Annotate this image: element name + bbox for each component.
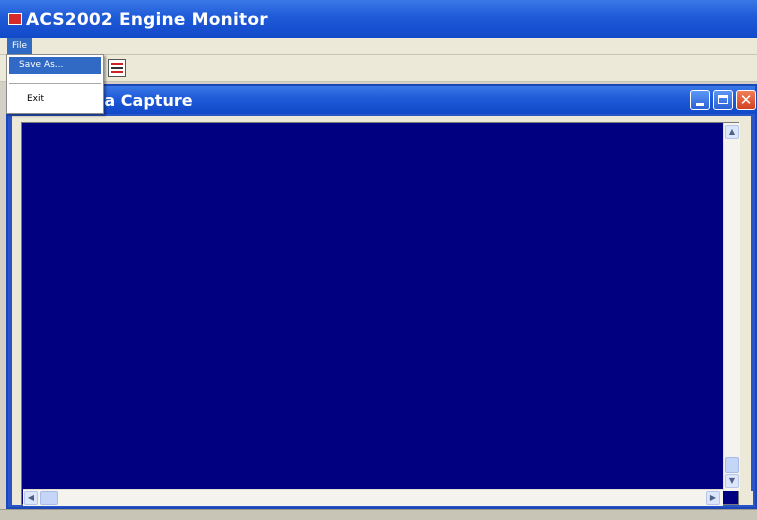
app-titlebar[interactable]: ACS2002 Engine Monitor xyxy=(0,0,757,38)
menu-separator xyxy=(9,83,101,84)
data-capture-icon[interactable] xyxy=(108,59,126,77)
data-capture-window: 2 Data Capture ✕ ▲ ▼ ◀ ▶ xyxy=(6,84,757,509)
minimize-button[interactable] xyxy=(690,90,710,110)
scroll-right-icon[interactable]: ▶ xyxy=(706,491,720,505)
menu-item-save-as[interactable]: Save As... xyxy=(9,57,101,74)
minimize-icon xyxy=(696,103,704,106)
menu-file[interactable]: File xyxy=(7,38,33,54)
close-button[interactable]: ✕ xyxy=(736,90,756,110)
toolbar xyxy=(0,55,757,82)
menu-item-exit[interactable]: Exit xyxy=(9,91,101,108)
size-grip[interactable] xyxy=(739,491,753,505)
vertical-scrollbar[interactable]: ▲ ▼ xyxy=(723,123,740,491)
app-title: ACS2002 Engine Monitor xyxy=(26,10,268,30)
file-menu-dropdown: Save As... Exit xyxy=(6,54,104,114)
menubar: File xyxy=(0,38,757,55)
child-client-area xyxy=(12,116,751,505)
horizontal-scrollbar[interactable]: ◀ ▶ xyxy=(23,489,723,506)
close-icon: ✕ xyxy=(739,91,753,109)
data-capture-panel[interactable] xyxy=(21,122,739,505)
app-icon[interactable] xyxy=(8,13,22,25)
horizontal-scroll-thumb[interactable] xyxy=(40,491,58,505)
scroll-left-icon[interactable]: ◀ xyxy=(24,491,38,505)
vertical-scroll-thumb[interactable] xyxy=(725,457,739,473)
scroll-down-icon[interactable]: ▼ xyxy=(725,474,739,488)
maximize-button[interactable] xyxy=(713,90,733,110)
maximize-icon xyxy=(718,95,728,104)
status-bar xyxy=(0,509,757,520)
scroll-up-icon[interactable]: ▲ xyxy=(725,125,739,139)
child-titlebar[interactable]: 2 Data Capture ✕ xyxy=(8,86,756,114)
